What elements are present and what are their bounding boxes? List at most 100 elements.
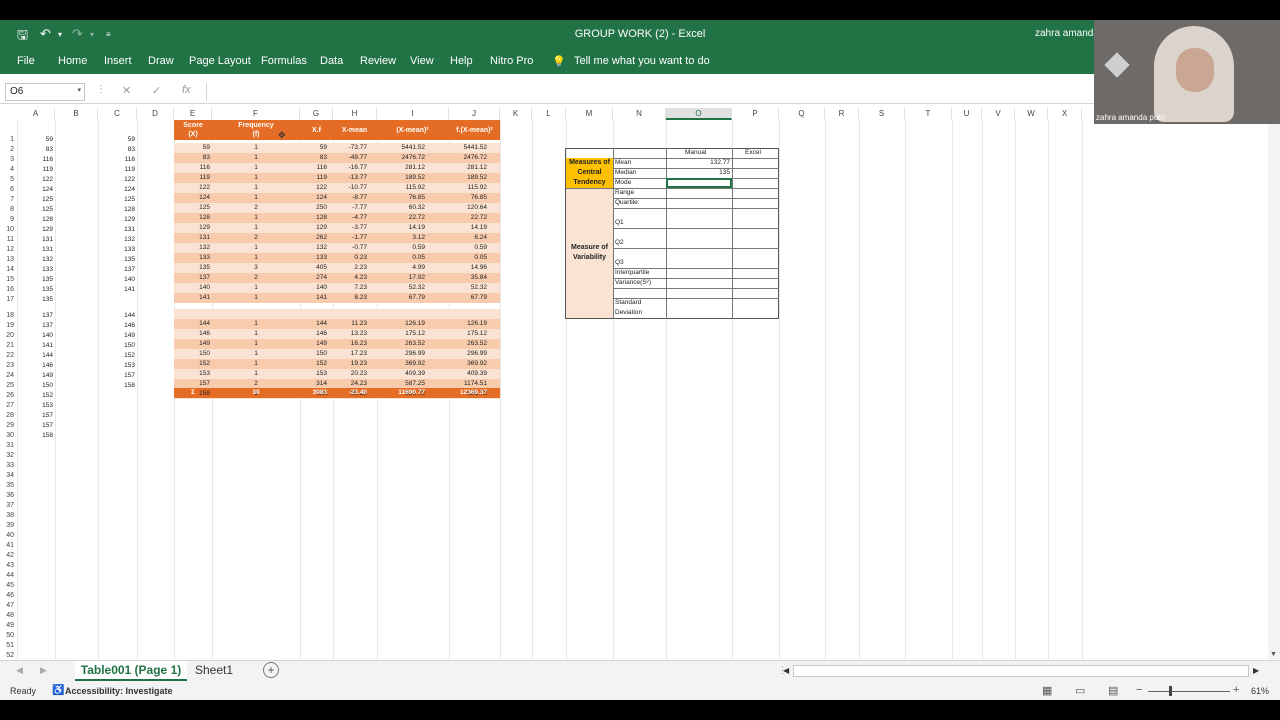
zoom-slider-thumb[interactable] [1169,686,1172,696]
cell-c[interactable]: 158 [98,381,135,391]
row-header[interactable]: 50 [0,631,16,641]
column-header-o[interactable]: O [666,108,732,120]
zoom-in-icon[interactable]: + [1233,684,1239,696]
freq-table-cell[interactable]: 153 [174,369,210,379]
freq-table-cell[interactable]: 1 [212,293,300,303]
row-header[interactable]: 39 [0,521,16,531]
freq-table-cell[interactable]: 0.05 [449,253,487,263]
cell-c[interactable]: 152 [98,351,135,361]
row-header[interactable]: 32 [0,451,16,461]
cell-a[interactable]: 153 [17,401,53,411]
scroll-down-icon[interactable]: ▼ [1270,651,1277,658]
column-header-g[interactable]: G [300,108,333,120]
freq-table-cell[interactable]: 20.23 [333,369,367,379]
row-header[interactable]: 4 [0,165,16,175]
column-header-q[interactable]: Q [779,108,825,120]
column-header-h[interactable]: H [333,108,377,120]
sum-cell[interactable]: 3983 [300,388,327,398]
prev-sheet-icon[interactable]: ◀ [16,665,23,676]
freq-table-cell[interactable]: 16.23 [333,339,367,349]
freq-table-cell[interactable]: -7.77 [333,203,367,213]
freq-table-cell[interactable]: 409.39 [449,369,487,379]
freq-table-cell[interactable]: 119 [300,173,327,183]
row-header[interactable]: 17 [0,295,16,305]
row-header[interactable]: 51 [0,641,16,651]
row-header[interactable]: 12 [0,245,16,255]
cell-a[interactable]: 122 [17,175,53,185]
zoom-level[interactable]: 61% [1251,686,1269,696]
cell-c[interactable]: 141 [98,285,135,295]
cell-c[interactable]: 137 [98,265,135,275]
freq-table-cell[interactable]: 274 [300,273,327,283]
tell-me-search[interactable]: Tell me what you want to do [574,55,710,67]
page-layout-view-icon[interactable]: ▭ [1075,684,1085,697]
tab-page-layout[interactable]: Page Layout [189,55,251,67]
cell-c[interactable]: 132 [98,235,135,245]
freq-table-cell[interactable]: 144 [174,319,210,329]
freq-table-cell[interactable]: 144 [300,319,327,329]
column-header-n[interactable]: N [613,108,666,120]
row-header[interactable]: 11 [0,235,16,245]
freq-table-cell[interactable]: 281.12 [449,163,487,173]
freq-table-cell[interactable]: 0.59 [449,243,487,253]
freq-table-cell[interactable]: 150 [300,349,327,359]
cell-a[interactable]: 125 [17,195,53,205]
cell-a[interactable]: 124 [17,185,53,195]
column-header-m[interactable]: M [566,108,613,120]
cell-a[interactable]: 152 [17,391,53,401]
row-header[interactable]: 25 [0,381,16,391]
cell-a[interactable]: 158 [17,431,53,441]
freq-table-cell[interactable]: 132 [174,243,210,253]
row-header[interactable]: 36 [0,491,16,501]
freq-table-cell[interactable]: 116 [300,163,327,173]
cell-a[interactable]: 131 [17,245,53,255]
freq-table-cell[interactable]: 119 [174,173,210,183]
enter-check-icon[interactable]: ✓ [152,84,161,97]
freq-table-cell[interactable]: 124 [300,193,327,203]
freq-table-cell[interactable]: 115.92 [449,183,487,193]
freq-table-cell[interactable]: 17.23 [333,349,367,359]
insert-function-icon[interactable]: fx [182,84,191,96]
freq-table-cell[interactable]: -1.77 [333,233,367,243]
freq-table-cell[interactable]: 133 [300,253,327,263]
column-header-f[interactable]: F [212,108,300,120]
freq-table-cell[interactable]: 369.92 [377,359,425,369]
row-header[interactable]: 5 [0,175,16,185]
freq-table-cell[interactable]: 13.23 [333,329,367,339]
freq-table-cell[interactable]: 133 [174,253,210,263]
freq-table-cell[interactable]: 409.39 [377,369,425,379]
freq-table-cell[interactable]: -13.77 [333,173,367,183]
freq-table-cell[interactable]: 120.64 [449,203,487,213]
freq-table-cell[interactable]: 17.92 [377,273,425,283]
row-header[interactable]: 31 [0,441,16,451]
tab-nitro-pro[interactable]: Nitro Pro [490,55,533,67]
cell-c[interactable]: 131 [98,225,135,235]
freq-table-cell[interactable]: 4.23 [333,273,367,283]
cell-c[interactable]: 157 [98,371,135,381]
freq-table-cell[interactable]: 131 [174,233,210,243]
cell-a[interactable]: 146 [17,361,53,371]
freq-table-cell[interactable]: 0.59 [377,243,425,253]
freq-table-cell[interactable]: 137 [174,273,210,283]
horizontal-scrollbar[interactable] [793,665,1249,677]
row-header[interactable]: 22 [0,351,16,361]
freq-table-cell[interactable]: 1 [212,253,300,263]
freq-table-cell[interactable]: 141 [174,293,210,303]
cell-a[interactable]: 150 [17,381,53,391]
freq-table-cell[interactable]: 132 [300,243,327,253]
tab-formulas[interactable]: Formulas [261,55,307,67]
row-header[interactable]: 8 [0,205,16,215]
row-header[interactable]: 34 [0,471,16,481]
freq-table-cell[interactable]: 59 [300,143,327,153]
tab-data[interactable]: Data [320,55,343,67]
row-header[interactable]: 47 [0,601,16,611]
freq-table-cell[interactable]: 6.24 [449,233,487,243]
freq-table-cell[interactable]: 2476.72 [449,153,488,163]
row-header[interactable]: 41 [0,541,16,551]
cancel-icon[interactable]: ✕ [122,84,131,97]
freq-table-cell[interactable]: 2476.72 [377,153,426,163]
row-header[interactable]: 3 [0,155,16,165]
sum-cell[interactable]: 12369.37 [449,388,487,398]
cell-c[interactable]: 135 [98,255,135,265]
row-header[interactable]: 46 [0,591,16,601]
